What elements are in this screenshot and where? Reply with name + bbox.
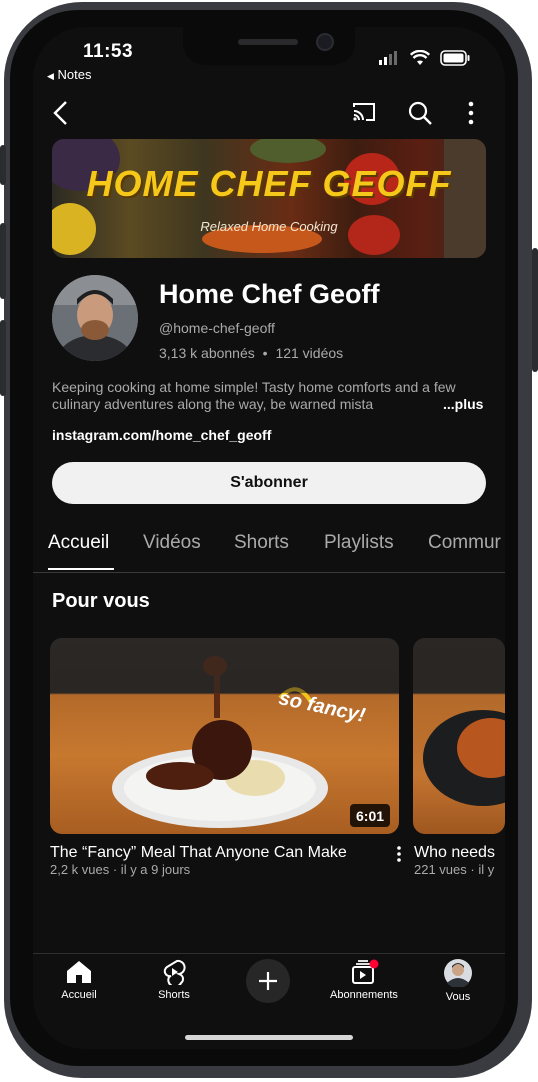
volume-down-button	[0, 320, 6, 396]
video-duration: 6:01	[350, 804, 391, 827]
nav-subscriptions[interactable]: Abonnements	[319, 959, 409, 1001]
wifi-icon	[410, 50, 430, 65]
video-count: 121 vidéos	[275, 345, 344, 361]
speaker	[238, 39, 298, 45]
chef-portrait-image	[52, 275, 138, 361]
status-time: 11:53	[83, 41, 134, 62]
battery-icon	[440, 50, 470, 66]
video-meta: 2,2 k vues · il y a 9 jours	[50, 862, 191, 877]
nav-you-label: Vous	[445, 991, 471, 1003]
nav-shorts[interactable]: Shorts	[129, 959, 219, 1001]
create-button[interactable]	[246, 959, 290, 1003]
tab-shorts[interactable]: Shorts	[234, 532, 289, 554]
plated-dish-image	[50, 638, 399, 828]
more-vert-icon[interactable]	[466, 101, 476, 125]
home-icon	[67, 961, 91, 983]
stats-separator: •	[262, 345, 268, 361]
description-more-link[interactable]: ...plus	[441, 396, 484, 412]
channel-description[interactable]: Keeping cooking at home simple! Tasty ho…	[52, 379, 486, 413]
search-icon[interactable]	[407, 100, 433, 126]
banner-subtitle: Relaxed Home Cooking	[200, 219, 338, 234]
front-camera	[316, 33, 334, 51]
channel-link[interactable]: instagram.com/home_chef_geoff	[52, 427, 271, 443]
video-title-2[interactable]: Who needs	[414, 844, 495, 862]
bottom-nav-divider	[33, 953, 505, 954]
signal-icon	[379, 51, 397, 65]
tab-accueil[interactable]: Accueil	[48, 532, 109, 554]
channel-avatar[interactable]	[52, 275, 138, 361]
home-indicator	[185, 1035, 353, 1040]
volume-up-button	[0, 223, 6, 299]
video-title[interactable]: The “Fancy” Meal That Anyone Can Make	[50, 844, 347, 862]
nav-home-label: Accueil	[61, 989, 97, 1001]
subscribe-button[interactable]: S'abonner	[52, 462, 486, 504]
tab-videos[interactable]: Vidéos	[143, 532, 201, 554]
avatar-icon	[444, 959, 472, 987]
mute-switch	[0, 145, 6, 185]
second-dish-image	[413, 638, 505, 806]
video-meta-2: 221 vues · il y	[414, 862, 495, 877]
nav-subscriptions-label: Abonnements	[330, 989, 398, 1001]
back-to-app[interactable]: ◀ Notes	[47, 67, 92, 82]
nav-shorts-label: Shorts	[158, 989, 190, 1001]
screen: 11:53 ◀ Notes HOME CHEF GEOFF Relaxed Ho…	[33, 27, 505, 1049]
active-tab-indicator	[48, 568, 114, 570]
subscriptions-icon	[352, 959, 379, 984]
back-triangle-icon: ◀	[47, 71, 54, 81]
subscriber-count: 3,13 k abonnés	[159, 345, 255, 361]
video-thumbnail-2[interactable]	[413, 638, 505, 834]
shorts-icon	[163, 959, 186, 985]
section-title: Pour vous	[52, 590, 150, 612]
video-more-icon[interactable]	[392, 844, 406, 864]
power-button	[532, 248, 538, 372]
tab-playlists[interactable]: Playlists	[324, 532, 394, 554]
nav-you[interactable]: Vous	[413, 959, 503, 1003]
channel-handle: @home-chef-geoff	[159, 320, 275, 336]
video-thumbnail[interactable]: so fancy!	[50, 638, 399, 834]
banner-title: HOME CHEF GEOFF	[86, 163, 452, 204]
channel-banner: HOME CHEF GEOFF Relaxed Home Cooking	[52, 139, 486, 258]
channel-name: Home Chef Geoff	[159, 279, 380, 309]
create-plus-icon	[259, 972, 277, 990]
back-arrow-icon[interactable]	[52, 100, 70, 126]
back-app-label: Notes	[57, 67, 92, 82]
nav-home[interactable]: Accueil	[34, 959, 124, 1001]
channel-stats: 3,13 k abonnés • 121 vidéos	[159, 345, 343, 361]
tab-community[interactable]: Commur	[428, 532, 501, 554]
cast-icon[interactable]	[351, 101, 377, 123]
tabs-divider	[33, 572, 505, 573]
